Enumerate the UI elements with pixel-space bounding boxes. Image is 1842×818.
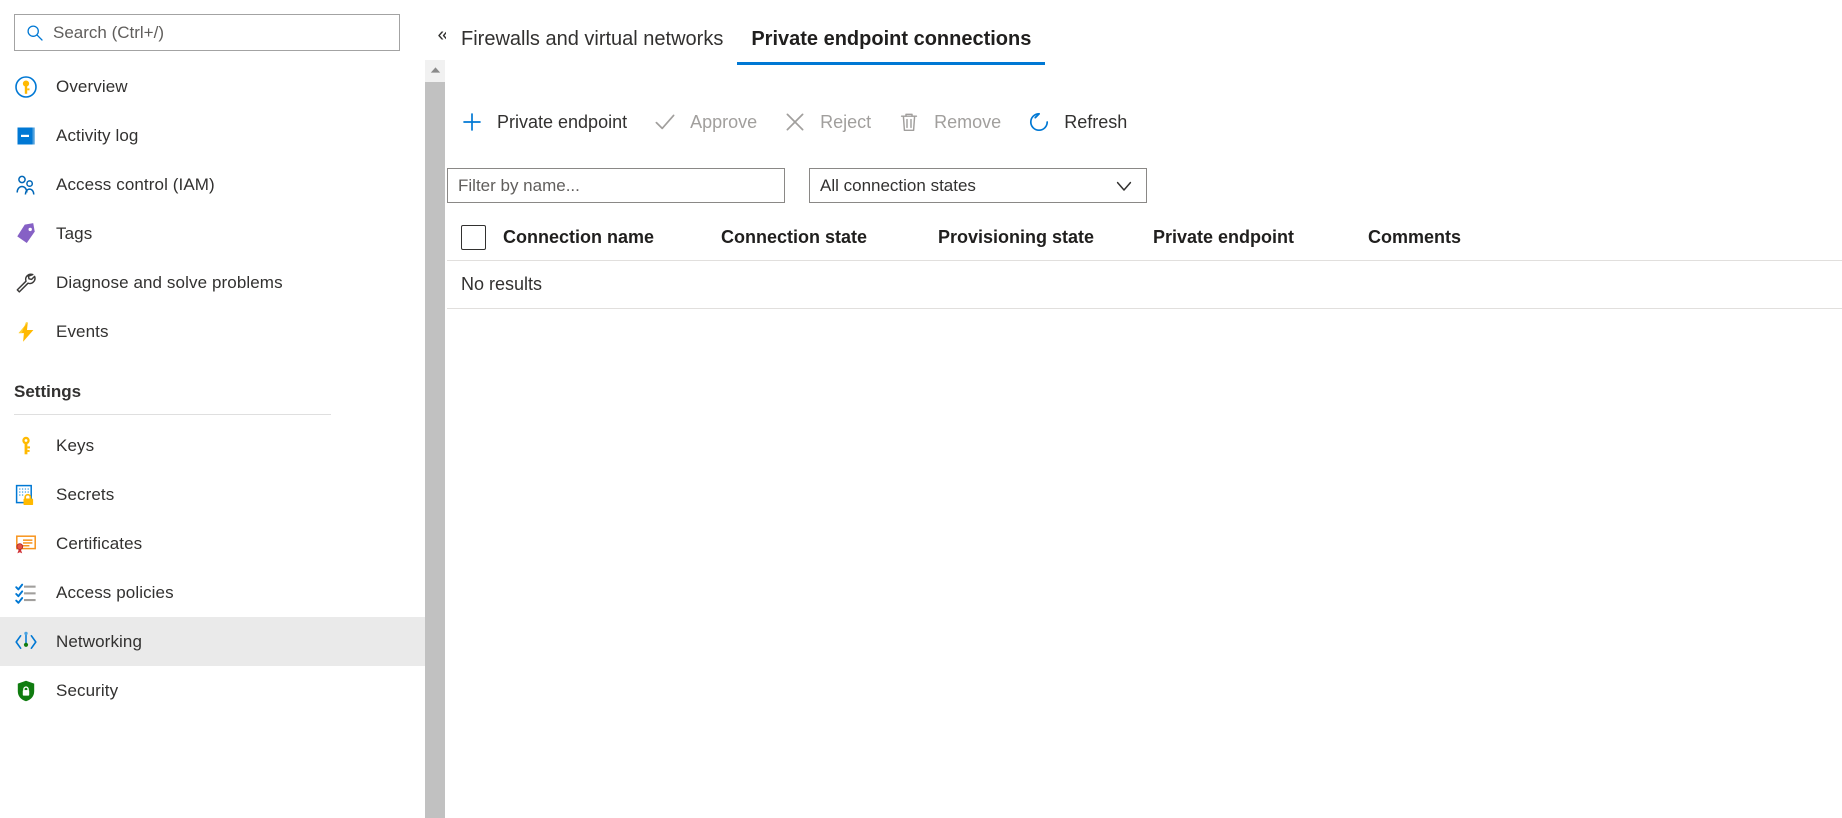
approve-button[interactable]: Approve [640,100,770,144]
column-header-comments[interactable]: Comments [1368,227,1568,248]
sidebar-item-security[interactable]: Security [0,666,425,715]
command-label: Approve [690,112,757,133]
sidebar-item-label: Security [56,681,118,701]
resource-menu-sidebar: Overview Activity log Access control (IA… [0,0,425,818]
sidebar-item-label: Overview [56,77,128,97]
main-content: Firewalls and virtual networks Private e… [447,0,1842,818]
command-label: Remove [934,112,1001,133]
sidebar-item-label: Access control (IAM) [56,175,215,195]
tab-label: Firewalls and virtual networks [461,28,723,50]
azure-portal-resource-blade: Overview Activity log Access control (IA… [0,0,1842,818]
sidebar-item-access-policies[interactable]: Access policies [0,568,425,617]
add-private-endpoint-button[interactable]: Private endpoint [447,100,640,144]
sidebar-item-label: Events [56,322,109,342]
plus-icon [460,110,484,134]
sidebar-item-diagnose-and-solve-problems[interactable]: Diagnose and solve problems [0,258,425,307]
sidebar-item-label: Diagnose and solve problems [56,273,283,293]
sidebar-item-secrets[interactable]: Secrets [0,470,425,519]
column-header-connection-state[interactable]: Connection state [721,227,938,248]
command-label: Private endpoint [497,112,627,133]
select-all-checkbox[interactable] [461,225,486,250]
column-header-connection-name[interactable]: Connection name [503,227,721,248]
column-header-provisioning-state[interactable]: Provisioning state [938,227,1153,248]
command-bar: Private endpoint Approve Reject [447,100,1140,144]
security-shield-icon [14,679,38,703]
refresh-button[interactable]: Refresh [1014,100,1140,144]
sidebar-item-events[interactable]: Events [0,307,425,356]
sidebar-section-settings-header: Settings [0,356,425,406]
tab-private-endpoint-connections[interactable]: Private endpoint connections [737,22,1045,65]
sidebar-item-label: Keys [56,436,94,456]
table-empty-state: No results [447,261,1842,309]
overview-key-icon [14,75,38,99]
sidebar-item-label: Tags [56,224,92,244]
chevron-down-icon [1114,176,1134,196]
connection-state-select[interactable]: All connection states [809,168,1147,203]
column-header-private-endpoint[interactable]: Private endpoint [1153,227,1368,248]
private-endpoint-connections-table: Connection name Connection state Provisi… [447,215,1842,309]
pivot-tabs: Firewalls and virtual networks Private e… [447,22,1045,70]
sidebar-item-activity-log[interactable]: Activity log [0,111,425,160]
sidebar-scrollbar-thumb[interactable] [425,82,445,818]
reject-button[interactable]: Reject [770,100,884,144]
select-all-cell [447,225,503,250]
activity-log-icon [14,124,38,148]
command-label: Refresh [1064,112,1127,133]
sidebar-item-tags[interactable]: Tags [0,209,425,258]
filter-by-name-input[interactable] [447,168,785,203]
sidebar-item-access-control-iam[interactable]: Access control (IAM) [0,160,425,209]
wrench-icon [14,271,38,295]
tab-label: Private endpoint connections [751,28,1031,50]
command-label: Reject [820,112,871,133]
sidebar-item-overview[interactable]: Overview [0,62,425,111]
sidebar-item-label: Secrets [56,485,114,505]
sidebar-section-title: Settings [14,382,425,402]
sidebar-item-certificates[interactable]: Certificates [0,519,425,568]
sidebar-item-label: Networking [56,632,142,652]
sidebar-item-label: Activity log [56,126,138,146]
checkmark-icon [653,110,677,134]
search-icon [25,23,45,43]
refresh-icon [1027,110,1051,134]
filter-bar: All connection states [447,168,1147,203]
access-policies-checklist-icon [14,581,38,605]
sidebar-item-networking[interactable]: Networking [0,617,425,666]
sidebar-scrollbar-track[interactable] [425,60,445,818]
networking-icon [14,630,38,654]
secrets-lock-icon [14,483,38,507]
table-header-row: Connection name Connection state Provisi… [447,215,1842,261]
sidebar-item-label: Certificates [56,534,142,554]
empty-message: No results [461,274,542,295]
access-control-people-icon [14,173,38,197]
remove-button[interactable]: Remove [884,100,1014,144]
certificate-icon [14,532,38,556]
sidebar-item-label: Access policies [56,583,174,603]
lightning-bolt-icon [14,320,38,344]
key-icon [14,434,38,458]
sidebar-item-keys[interactable]: Keys [0,421,425,470]
sidebar-search[interactable] [14,14,400,51]
tags-icon [14,222,38,246]
search-input[interactable] [53,23,389,43]
sidebar-nav-list: Overview Activity log Access control (IA… [0,62,425,715]
sidebar-section-divider [14,414,331,415]
connection-state-selected-value: All connection states [820,176,976,196]
scroll-up-arrow-icon [430,66,441,74]
cross-icon [783,110,807,134]
trash-icon [897,110,921,134]
scroll-up-button[interactable] [425,60,445,80]
tab-firewalls-and-virtual-networks[interactable]: Firewalls and virtual networks [447,22,737,65]
